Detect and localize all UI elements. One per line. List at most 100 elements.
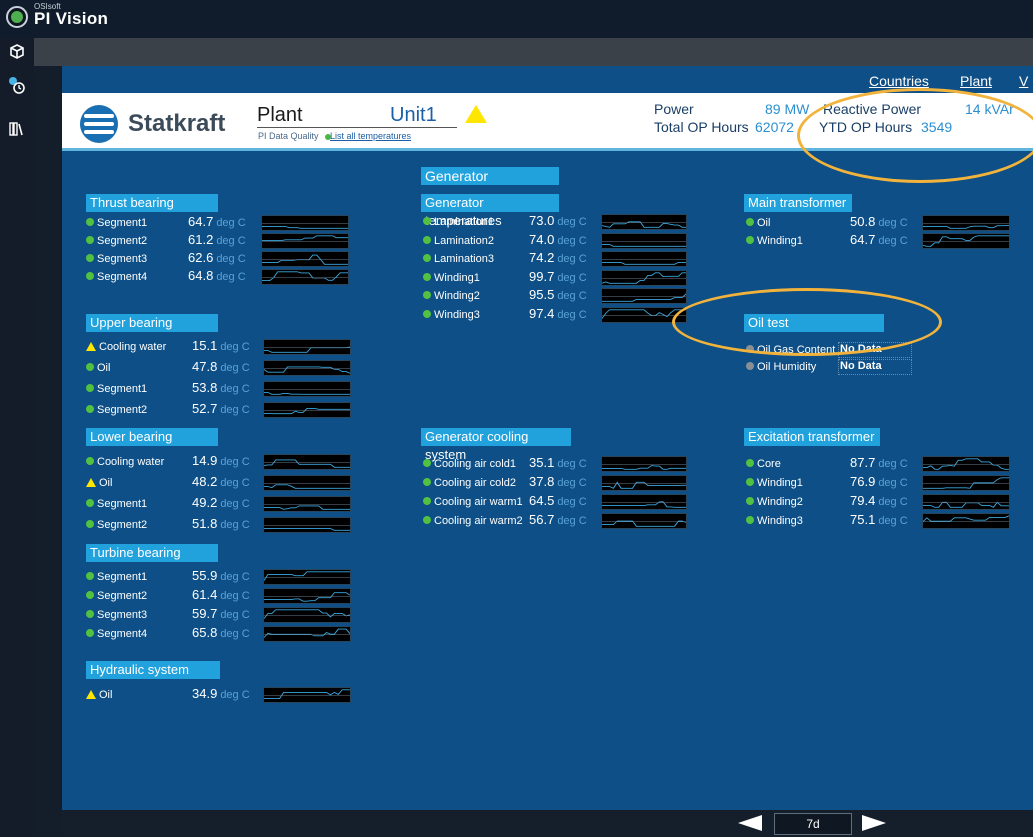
attribute-row[interactable]: Cooling air cold2 xyxy=(423,474,516,492)
trend-sparkline[interactable] xyxy=(601,251,687,267)
nav-link-more[interactable]: V xyxy=(1019,73,1028,89)
attribute-value[interactable]: 34.9 deg C xyxy=(192,686,250,701)
attribute-value[interactable]: 56.7 deg C xyxy=(529,512,587,527)
attribute-value[interactable]: 62.6 deg C xyxy=(188,250,246,265)
trend-sparkline[interactable] xyxy=(263,496,351,512)
trend-sparkline[interactable] xyxy=(601,288,687,304)
attribute-value[interactable]: 97.4 deg C xyxy=(529,306,587,321)
trend-sparkline[interactable] xyxy=(263,607,351,623)
trend-sparkline[interactable] xyxy=(922,494,1010,510)
attribute-row[interactable]: Segment4 xyxy=(86,268,147,286)
attribute-row[interactable]: Winding2 xyxy=(423,287,480,305)
attribute-row[interactable]: Oil Humidity xyxy=(746,358,816,376)
attribute-row[interactable]: Oil xyxy=(746,214,770,232)
attribute-value[interactable]: 64.8 deg C xyxy=(188,268,246,283)
trend-sparkline[interactable] xyxy=(263,517,351,533)
attribute-row[interactable]: Segment1 xyxy=(86,380,147,398)
attribute-row[interactable]: Oil xyxy=(86,359,110,377)
trend-sparkline[interactable] xyxy=(601,475,687,491)
trend-sparkline[interactable] xyxy=(263,687,351,703)
trend-sparkline[interactable] xyxy=(601,494,687,510)
library-icon[interactable] xyxy=(7,120,27,140)
trend-sparkline[interactable] xyxy=(263,360,351,376)
trend-sparkline[interactable] xyxy=(263,339,351,355)
attribute-value[interactable]: 64.5 deg C xyxy=(529,493,587,508)
attribute-value[interactable]: 74.2 deg C xyxy=(529,250,587,265)
attribute-value[interactable]: 51.8 deg C xyxy=(192,516,250,531)
trend-sparkline[interactable] xyxy=(261,233,349,249)
attribute-row[interactable]: Winding2 xyxy=(746,493,803,511)
attribute-value[interactable]: 52.7 deg C xyxy=(192,401,250,416)
time-back-arrow-icon[interactable] xyxy=(738,815,762,831)
attribute-row[interactable]: Segment1 xyxy=(86,214,147,232)
attribute-row[interactable]: Cooling water xyxy=(86,338,166,356)
attribute-row[interactable]: Segment2 xyxy=(86,232,147,250)
attribute-row[interactable]: Cooling water xyxy=(86,453,164,471)
trend-sparkline[interactable] xyxy=(922,456,1010,472)
trend-sparkline[interactable] xyxy=(263,454,351,470)
attribute-value[interactable]: 64.7 deg C xyxy=(188,214,246,229)
watch-events-icon[interactable] xyxy=(7,76,27,96)
total-op-hours-value[interactable]: 62072 xyxy=(755,119,794,135)
trend-sparkline[interactable] xyxy=(263,402,351,418)
nav-link-plant[interactable]: Plant xyxy=(960,73,992,89)
time-forward-arrow-icon[interactable] xyxy=(862,815,886,831)
attribute-row[interactable]: Winding3 xyxy=(423,306,480,324)
trend-sparkline[interactable] xyxy=(601,270,687,286)
attribute-row[interactable]: Winding3 xyxy=(746,512,803,530)
attribute-value[interactable]: 99.7 deg C xyxy=(529,269,587,284)
attribute-value[interactable]: 53.8 deg C xyxy=(192,380,250,395)
power-value[interactable]: 89 MW xyxy=(765,101,809,117)
attribute-value[interactable]: 47.8 deg C xyxy=(192,359,250,374)
attribute-value[interactable]: 49.2 deg C xyxy=(192,495,250,510)
attribute-value[interactable]: 61.4 deg C xyxy=(192,587,250,602)
trend-sparkline[interactable] xyxy=(263,381,351,397)
attribute-row[interactable]: Segment2 xyxy=(86,401,147,419)
pi-vision-logo-icon[interactable] xyxy=(6,6,28,28)
attribute-value[interactable]: 15.1 deg C xyxy=(192,338,250,353)
nav-link-countries[interactable]: Countries xyxy=(869,73,929,89)
attribute-value[interactable]: 75.1 deg C xyxy=(850,512,908,527)
attribute-row[interactable]: Winding1 xyxy=(746,474,803,492)
attribute-row[interactable]: Core xyxy=(746,455,781,473)
attribute-row[interactable]: Oil xyxy=(86,686,112,704)
attribute-row[interactable]: Cooling air warm2 xyxy=(423,512,523,530)
attribute-value[interactable]: 87.7 deg C xyxy=(850,455,908,470)
attribute-row[interactable]: Cooling air cold1 xyxy=(423,455,516,473)
attribute-row[interactable]: Winding1 xyxy=(423,269,480,287)
app-title[interactable]: PI Vision xyxy=(34,9,108,29)
attribute-row[interactable]: Segment1 xyxy=(86,568,147,586)
unit-title[interactable]: Unit1 xyxy=(390,104,437,127)
trend-sparkline[interactable] xyxy=(263,475,351,491)
attribute-value[interactable]: 48.2 deg C xyxy=(192,474,250,489)
trend-sparkline[interactable] xyxy=(922,513,1010,529)
attribute-row[interactable]: Winding1 xyxy=(746,232,803,250)
trend-sparkline[interactable] xyxy=(601,513,687,529)
attribute-value[interactable]: 50.8 deg C xyxy=(850,214,908,229)
trend-sparkline[interactable] xyxy=(261,251,349,267)
trend-sparkline[interactable] xyxy=(263,588,351,604)
attribute-row[interactable]: Lamination2 xyxy=(423,232,494,250)
attribute-row[interactable]: Segment3 xyxy=(86,250,147,268)
attribute-row[interactable]: Segment2 xyxy=(86,516,147,534)
attribute-value[interactable]: 64.7 deg C xyxy=(850,232,908,247)
trend-sparkline[interactable] xyxy=(601,214,687,230)
trend-sparkline[interactable] xyxy=(922,215,1010,231)
attribute-value[interactable]: 74.0 deg C xyxy=(529,232,587,247)
attribute-value[interactable]: 79.4 deg C xyxy=(850,493,908,508)
attribute-value[interactable]: 73.0 deg C xyxy=(529,213,587,228)
attribute-value[interactable]: 95.5 deg C xyxy=(529,287,587,302)
attribute-value[interactable]: 14.9 deg C xyxy=(192,453,250,468)
attribute-row[interactable]: Lamination1 xyxy=(423,213,494,231)
trend-sparkline[interactable] xyxy=(922,475,1010,491)
list-all-temperatures-link[interactable]: List all temperatures xyxy=(330,131,411,141)
attribute-row[interactable]: Lamination3 xyxy=(423,250,494,268)
attribute-row[interactable]: Cooling air warm1 xyxy=(423,493,523,511)
trend-sparkline[interactable] xyxy=(263,626,351,642)
attribute-row[interactable]: Segment4 xyxy=(86,625,147,643)
attribute-value[interactable]: 61.2 deg C xyxy=(188,232,246,247)
cube-icon[interactable] xyxy=(7,43,27,63)
attribute-value[interactable]: 55.9 deg C xyxy=(192,568,250,583)
attribute-value[interactable]: 59.7 deg C xyxy=(192,606,250,621)
attribute-value[interactable]: 37.8 deg C xyxy=(529,474,587,489)
